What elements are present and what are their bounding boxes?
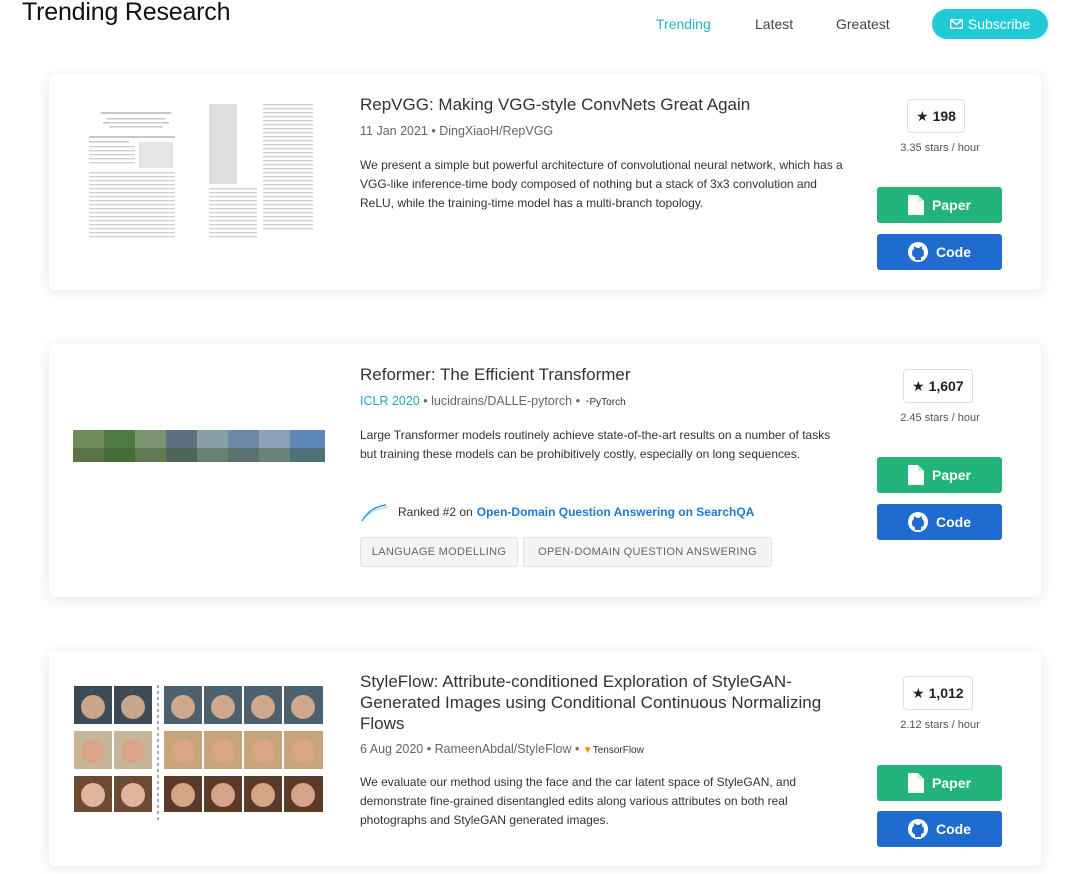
paper-button-label: Paper [932,467,971,483]
paper-button-label: Paper [932,197,971,213]
framework-badge: ▼TensorFlow [583,745,644,756]
code-button[interactable]: Code [877,504,1002,540]
nav-greatest[interactable]: Greatest [836,16,890,32]
code-button-label: Code [936,244,971,260]
repo-link[interactable]: lucidrains/DALLE-pytorch [431,394,572,408]
envelope-icon [949,19,963,29]
subscribe-label: Subscribe [967,16,1031,32]
stars-count: 198 [932,108,956,124]
github-icon [908,512,928,532]
framework-label: TensorFlow [592,745,644,756]
tag-language-modelling[interactable]: LANGUAGE MODELLING [360,537,518,567]
stars-badge: ★ 1,607 [903,369,973,403]
paper-title[interactable]: StyleFlow: Attribute-conditioned Explora… [360,671,860,734]
paper-abstract: Large Transformer models routinely achie… [360,428,831,461]
paper-abstract: We present a simple but powerful archite… [360,158,843,210]
paper-card: RepVGG: Making VGG-style ConvNets Great … [49,74,1041,290]
paper-thumbnail [73,430,325,462]
header: Trending Research Trending Latest Greate… [0,0,1080,50]
paper-title[interactable]: RepVGG: Making VGG-style ConvNets Great … [360,94,750,115]
star-icon: ★ [912,684,925,701]
paper-card: StyleFlow: Attribute-conditioned Explora… [49,651,1041,866]
paper-date: 6 Aug 2020 [360,742,424,756]
subscribe-button[interactable]: Subscribe [932,9,1048,39]
paper-date: 11 Jan 2021 [360,124,428,138]
nav-trending[interactable]: Trending [656,16,711,32]
paper-title[interactable]: Reformer: The Efficient Transformer [360,364,631,385]
stars-rate: 2.45 stars / hour [900,412,980,424]
star-icon: ★ [912,377,925,394]
ranked-task-link[interactable]: Open-Domain Question Answering on Search… [477,505,755,519]
paper-button[interactable]: Paper [877,457,1002,493]
paper-meta: ICLR 2020 • lucidrains/DALLE-pytorch • ◔… [360,394,626,408]
code-button[interactable]: Code [877,234,1002,270]
code-button-label: Code [936,821,971,837]
paper-meta: 6 Aug 2020 • RameenAbdal/StyleFlow • ▼Te… [360,742,644,756]
document-icon [908,195,925,215]
github-icon [908,242,928,262]
repo-link[interactable]: RameenAbdal/StyleFlow [435,742,572,756]
paper-thumbnail [79,100,317,246]
code-button[interactable]: Code [877,811,1002,847]
conference-link[interactable]: ICLR 2020 [360,394,420,408]
stars-rate: 3.35 stars / hour [900,142,980,154]
ranked-prefix: Ranked #2 on [398,505,473,519]
framework-badge: ◔PyTorch [583,397,625,408]
stars-badge: ★ 1,012 [903,676,973,710]
paper-meta: 11 Jan 2021 • DingXiaoH/RepVGG [360,124,554,138]
tag-open-domain-qa[interactable]: OPEN-DOMAIN QUESTION ANSWERING [523,537,772,567]
paper-button[interactable]: Paper [877,765,1002,801]
paper-thumbnail [73,685,325,821]
framework-label: PyTorch [589,397,626,408]
repo-link[interactable]: DingXiaoH/RepVGG [439,124,553,138]
page-title: Trending Research [22,0,231,26]
tensorflow-icon: ▼ [582,745,593,756]
code-button-label: Code [936,514,971,530]
paper-button-label: Paper [932,775,971,791]
star-icon: ★ [916,107,929,124]
stars-count: 1,012 [928,685,964,701]
stars-badge: ★ 198 [907,99,965,133]
ranked-row: Ranked #2 on Open-Domain Question Answer… [360,501,754,523]
paper-button[interactable]: Paper [877,187,1002,223]
document-icon [908,465,925,485]
sota-chart-icon [361,504,389,522]
document-icon [908,773,925,793]
paper-abstract: We evaluate our method using the face an… [360,775,797,827]
stars-rate: 2.12 stars / hour [900,719,980,731]
stars-count: 1,607 [928,378,964,394]
paper-card: Reformer: The Efficient Transformer ICLR… [49,344,1041,597]
github-icon [908,819,928,839]
nav-latest[interactable]: Latest [755,16,793,32]
